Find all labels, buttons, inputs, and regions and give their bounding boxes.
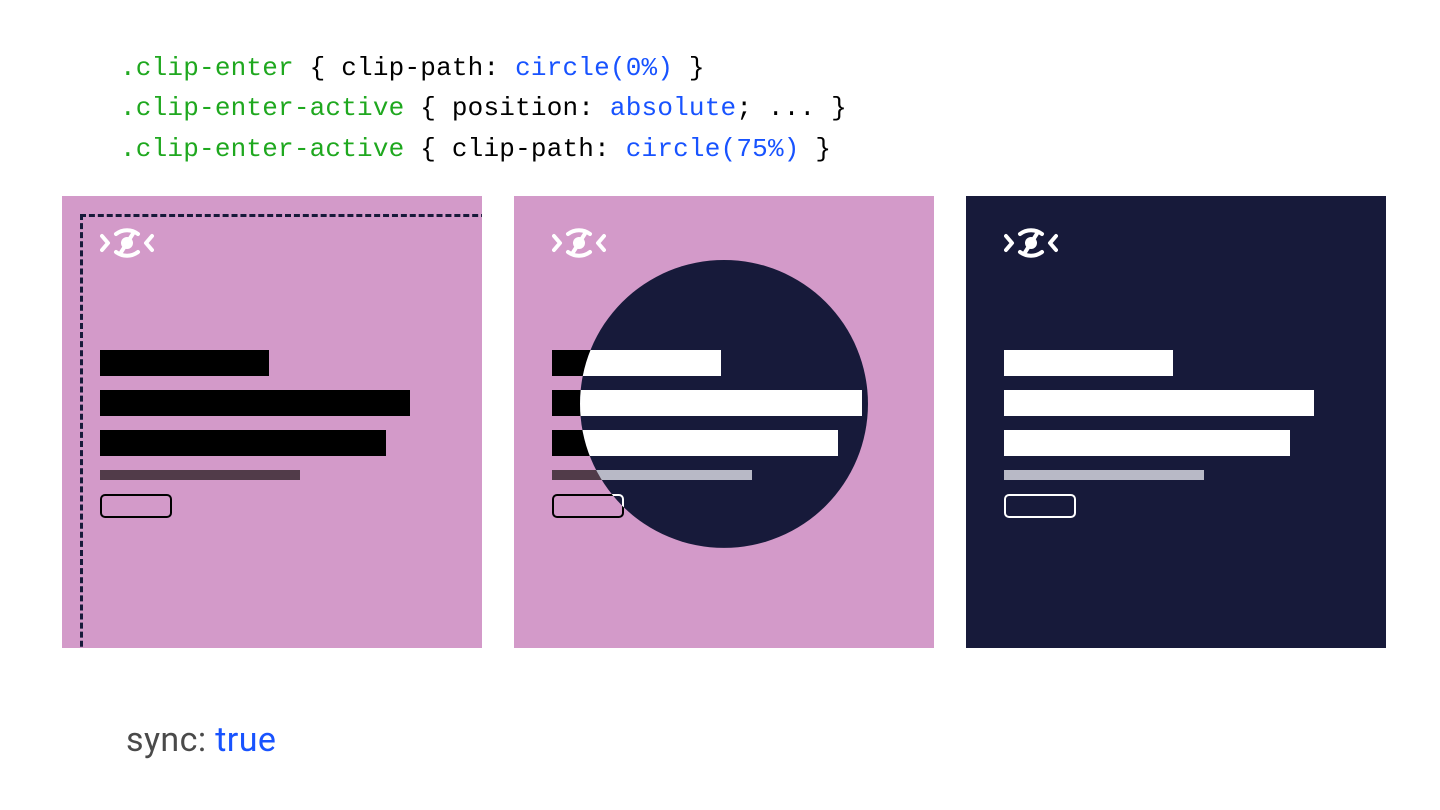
panel-row	[62, 196, 1386, 648]
caption-value: true	[215, 720, 276, 760]
skeleton-bar	[1004, 430, 1290, 456]
skeleton-bar	[100, 350, 269, 376]
skeleton-button	[1004, 494, 1076, 518]
panel-state-1	[62, 196, 482, 648]
skeleton-bar	[100, 390, 410, 416]
caption-label: sync	[126, 720, 198, 760]
skeleton-bar	[100, 430, 386, 456]
code-line-3: .clip-enter-active { clip-path: circle(7…	[120, 129, 847, 169]
panel-state-3	[966, 196, 1386, 648]
skeleton-button	[552, 494, 624, 518]
eye-slash-icon	[1004, 226, 1058, 260]
eye-slash-icon	[100, 226, 154, 260]
skeleton-bar	[552, 430, 838, 456]
skeleton-bar	[1004, 390, 1314, 416]
eye-slash-icon	[552, 226, 606, 260]
heading-skeleton	[1004, 350, 1348, 518]
skeleton-subbar	[1004, 470, 1204, 480]
heading-skeleton	[100, 350, 444, 518]
dark-card	[966, 196, 1386, 648]
selector: .clip-enter-active	[120, 134, 404, 164]
skeleton-button	[100, 494, 172, 518]
panel-state-2	[514, 196, 934, 648]
code-line-2: .clip-enter-active { position: absolute;…	[120, 88, 847, 128]
skeleton-bar	[552, 390, 862, 416]
selector: .clip-enter-active	[120, 93, 404, 123]
skeleton-bar	[1004, 350, 1173, 376]
css-code-block: .clip-enter { clip-path: circle(0%) } .c…	[120, 48, 847, 169]
skeleton-subbar	[100, 470, 300, 480]
sync-caption: sync: true	[126, 720, 276, 760]
code-line-1: .clip-enter { clip-path: circle(0%) }	[120, 48, 847, 88]
selector: .clip-enter	[120, 53, 294, 83]
light-card	[62, 196, 482, 648]
